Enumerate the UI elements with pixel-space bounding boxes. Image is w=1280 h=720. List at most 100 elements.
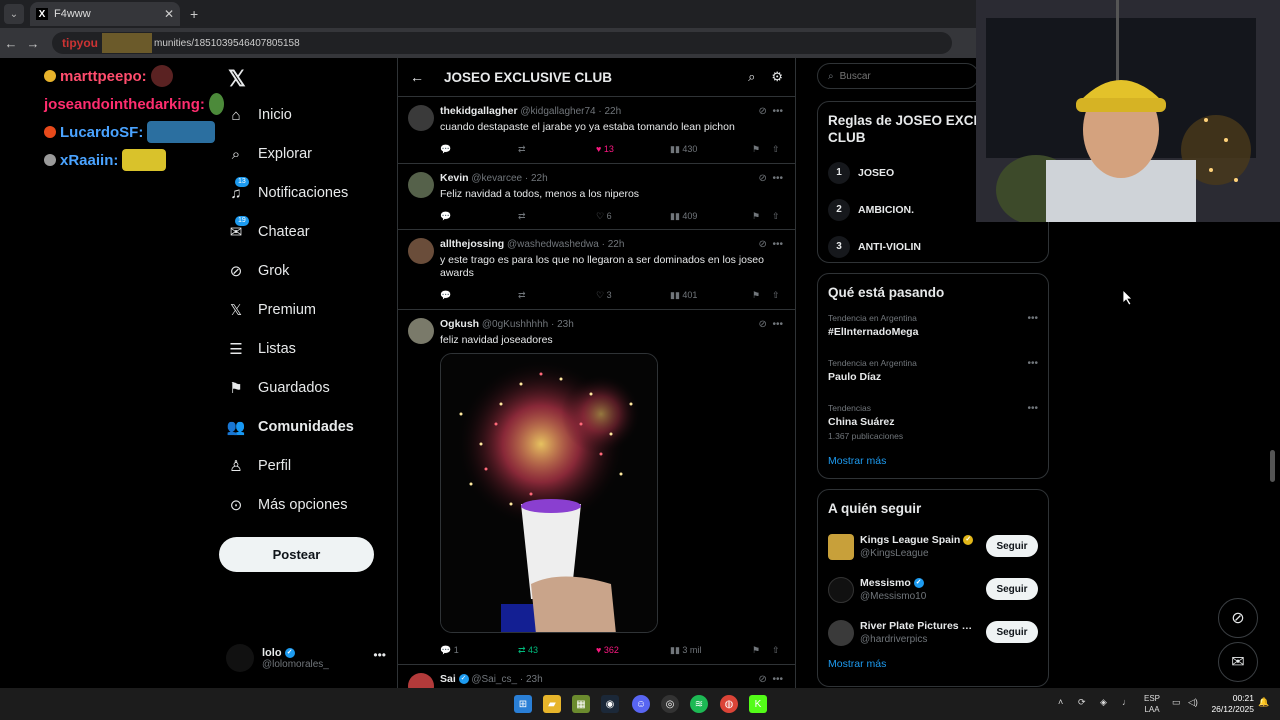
search-box[interactable]: ⌕ [817,63,979,89]
tab-list-button[interactable]: ⌄ [4,4,24,24]
obs-icon[interactable]: ◎ [661,695,679,713]
search-icon[interactable]: ⌕ [748,69,755,85]
language-indicator[interactable]: ESP LAA [1144,693,1160,715]
chrome-icon[interactable]: ◍ [720,695,738,713]
forward-arrow-icon[interactable]: → [22,36,44,51]
browser-tab[interactable]: X F4www ✕ [30,2,180,26]
trend-item[interactable]: Tendencia en Argentina #ElInternadoMega … [828,313,1038,354]
views-button[interactable]: ▮▮ 3 mil [670,645,752,656]
share-icon[interactable]: ⇧ [772,211,780,222]
tweet[interactable]: Ogkush @0gKushhhhh · 23h feliz navidad j… [398,310,795,665]
tweet-author[interactable]: allthejossing [440,238,504,250]
more-dots-icon[interactable]: ••• [373,648,386,662]
more-dots-icon[interactable]: ••• [1027,403,1038,414]
kick-icon[interactable]: K [749,695,767,713]
bookmark-icon[interactable]: ⚑ [752,645,772,656]
nav-profile[interactable]: ♙ Perfil [226,449,291,483]
bookmark-icon[interactable]: ⚑ [752,144,772,155]
omnibox[interactable]: tipyou munities/1851039546407805158 [52,32,952,54]
file-explorer-icon[interactable]: ▰ [543,695,561,713]
views-button[interactable]: ▮▮ 409 [670,211,752,222]
tweet-media-image[interactable] [440,353,658,633]
nav-bookmarks[interactable]: ⚑ Guardados [226,371,329,405]
nav-more[interactable]: ⊙ Más opciones [226,488,348,522]
nav-grok[interactable]: ⊘ Grok [226,254,290,288]
tweet[interactable]: allthejossing @washedwashedwa · 22h y es… [398,230,795,310]
nav-chat[interactable]: ✉ 19 Chatear [226,215,310,249]
nav-premium[interactable]: 𝕏 Premium [226,293,316,327]
nav-communities[interactable]: 👥 Comunidades [226,410,354,444]
more-dots-icon[interactable]: ••• [1027,313,1038,324]
reply-button[interactable]: 💬 [440,144,518,155]
retweet-button[interactable]: ⇄ [518,144,596,155]
sync-icon[interactable]: ⟳ [1078,697,1086,708]
share-icon[interactable]: ⇧ [772,144,780,155]
nav-explore[interactable]: ⌕ Explorar [226,137,312,171]
steam-icon[interactable]: ◉ [601,695,619,713]
follow-button[interactable]: Seguir [986,621,1038,643]
follow-button[interactable]: Seguir [986,535,1038,557]
notifications-icon[interactable]: 🔔 [1258,697,1269,708]
close-tab-icon[interactable]: ✕ [164,7,174,21]
share-icon[interactable]: ⇧ [772,290,780,301]
mic-icon[interactable]: ♩ [1122,697,1131,707]
tweet[interactable]: Sai ✓ @Sai_cs_ · 23h ⊘ ••• [398,665,795,688]
follow-suggestion[interactable]: Kings League Spain ✓ @KingsLeague Seguir [828,525,1038,568]
tweet[interactable]: Kevin @kevarcee · 22h Feliz navidad a to… [398,164,795,230]
tweet-author[interactable]: Ogkush [440,318,479,330]
follow-suggestion[interactable]: River Plate Pictures Th... @hardriverpics… [828,611,1038,654]
app-icon[interactable]: ▦ [572,695,590,713]
scrollbar-thumb[interactable] [1270,450,1275,482]
tweet-more-icon[interactable]: ⊘ ••• [759,674,783,685]
tweet-author[interactable]: Kevin [440,172,469,184]
grok-fab-icon[interactable]: ⊘ [1218,598,1258,638]
like-button[interactable]: ♡ 3 [596,290,670,301]
back-arrow-icon[interactable]: ← [0,36,22,51]
reply-button[interactable]: 💬 1 [440,645,518,656]
trend-item[interactable]: Tendencias China Suárez 1.367 publicacio… [828,403,1038,455]
x-logo-icon[interactable]: 𝕏 [228,66,246,92]
account-switcher[interactable]: lolo ✓ @lolomorales_ ••• [226,644,386,672]
views-button[interactable]: ▮▮ 401 [670,290,752,301]
nav-notifications[interactable]: ♫ 13 Notificaciones [226,176,348,210]
tweet-author[interactable]: thekidgallagher [440,105,518,117]
trend-item[interactable]: Tendencia en Argentina Paulo Díaz ••• [828,358,1038,399]
windows-start-icon[interactable]: ⊞ [514,695,532,713]
security-icon[interactable]: ◈ [1100,697,1107,708]
show-more-link[interactable]: Mostrar más [828,658,1038,670]
new-tab-button[interactable]: + [190,6,198,22]
post-button[interactable]: Postear [219,537,374,572]
spotify-icon[interactable]: ≋ [690,695,708,713]
rule-item[interactable]: 3 ANTI-VIOLIN [828,228,1038,265]
like-button[interactable]: ♥ 362 [596,645,670,655]
nav-home[interactable]: ⌂ Inicio [226,98,291,132]
follow-button[interactable]: Seguir [986,578,1038,600]
bookmark-icon[interactable]: ⚑ [752,290,772,301]
volume-icon[interactable]: ◁) [1188,697,1198,708]
tray-expand-icon[interactable]: ˄ [1058,697,1063,707]
back-arrow-icon[interactable]: ← [410,69,424,85]
tweet[interactable]: thekidgallagher @kidgallagher74 · 22h cu… [398,97,795,164]
network-icon[interactable]: ▭ [1172,697,1181,708]
tweet-more-icon[interactable]: ⊘ ••• [759,319,783,330]
tweet-more-icon[interactable]: ⊘ ••• [759,239,783,250]
discord-icon[interactable]: ☺ [632,695,650,713]
nav-lists[interactable]: ☰ Listas [226,332,296,366]
share-icon[interactable]: ⇧ [772,645,780,656]
follow-suggestion[interactable]: Messismo ✓ @Messismo10 Seguir [828,568,1038,611]
retweet-button[interactable]: ⇄ 43 [518,645,596,656]
show-more-link[interactable]: Mostrar más [828,455,1038,467]
retweet-button[interactable]: ⇄ [518,211,596,222]
bookmark-icon[interactable]: ⚑ [752,211,772,222]
gear-icon[interactable]: ⚙ [771,69,783,85]
reply-button[interactable]: 💬 [440,290,518,301]
retweet-button[interactable]: ⇄ [518,290,596,301]
reply-button[interactable]: 💬 [440,211,518,222]
system-clock[interactable]: 00:21 26/12/2025 [1208,693,1254,715]
tweet-more-icon[interactable]: ⊘ ••• [759,106,783,117]
views-button[interactable]: ▮▮ 430 [670,144,752,155]
more-dots-icon[interactable]: ••• [1027,358,1038,369]
like-button[interactable]: ♥ 13 [596,144,670,154]
messages-fab-icon[interactable]: ✉ [1218,642,1258,682]
tweet-author[interactable]: Sai [440,673,456,685]
